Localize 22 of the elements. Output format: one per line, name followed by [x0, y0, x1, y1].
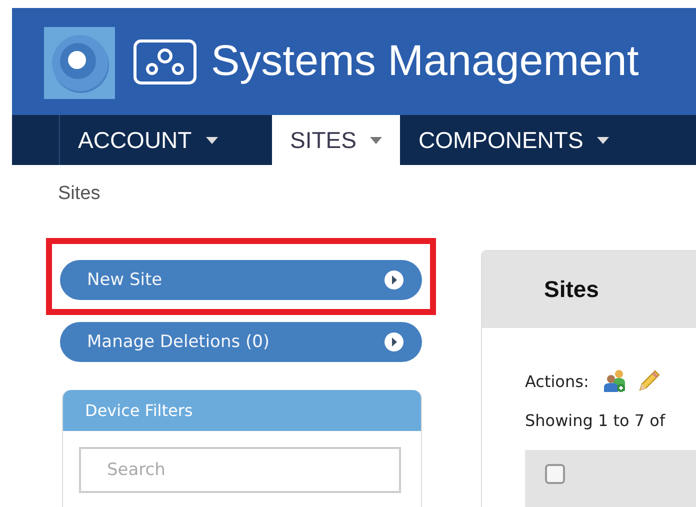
action-button[interactable]: New Site	[60, 260, 422, 300]
search-field[interactable]: Search	[79, 447, 401, 493]
caret-icon	[370, 136, 382, 144]
caret-icon	[206, 136, 218, 144]
select-all-checkbox[interactable]	[545, 464, 565, 484]
caret-icon	[597, 136, 610, 144]
play-icon	[384, 332, 404, 352]
add-users-icon	[602, 369, 627, 393]
pencil-icon	[636, 369, 661, 393]
nav-tab[interactable]: ACCOUNT	[60, 115, 272, 165]
results-summary: Showing 1 to 7 of	[525, 411, 666, 430]
nav-tab[interactable]: COMPONENTS	[400, 115, 628, 165]
breadcrumb: Sites	[58, 183, 102, 205]
app-logo-icon	[44, 26, 115, 98]
action-button[interactable]: Manage Deletions (0)	[60, 322, 422, 362]
nav-tab[interactable]: SITES	[272, 115, 400, 165]
panel-title: Sites	[544, 276, 599, 303]
play-icon	[384, 270, 404, 290]
actions-label: Actions:	[525, 372, 589, 390]
panel-header: Device Filters	[63, 390, 421, 431]
nodes-icon	[133, 38, 197, 84]
app-title: Systems Management	[211, 37, 639, 86]
